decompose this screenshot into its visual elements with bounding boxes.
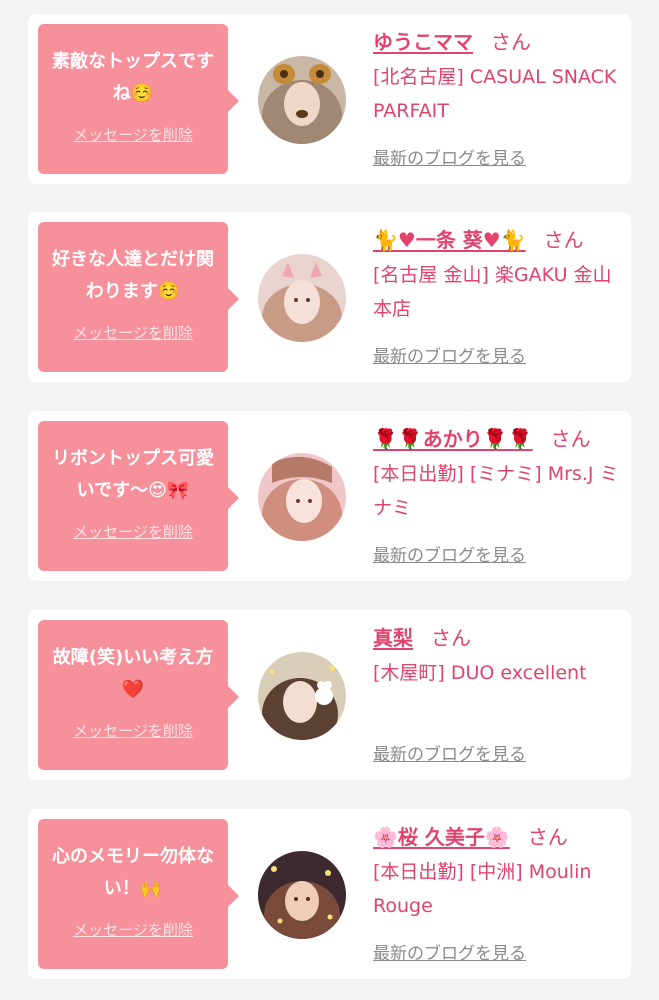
message-bubble: 故障(笑)いい考え方❤️ メッセージを削除: [38, 620, 239, 770]
sender-info: 🌸桜 久美子🌸 さん [本日出勤] [中洲] Moulin Rouge 最新のブロ…: [373, 821, 623, 964]
sender-info: ゆうこママ さん [北名古屋] CASUAL SNACK PARFAIT 最新のブ…: [373, 26, 623, 169]
sender-name-line: 🌹🌹あかり🌹🌹 さん: [373, 423, 623, 453]
sender-info: 真梨 さん [木屋町] DUO excellent 最新のブログを見る: [373, 622, 623, 765]
latest-blog-link[interactable]: 最新のブログを見る: [373, 144, 526, 169]
avatar[interactable]: [258, 56, 346, 144]
shop-info: [名古屋 金山] 楽GAKU 金山本店: [373, 264, 612, 320]
sender-name-line: 真梨 さん: [373, 622, 623, 652]
sender-info: 🐈♥一条 葵♥🐈 さん [名古屋 金山] 楽GAKU 金山本店 最新のブログを見る: [373, 224, 623, 367]
message-list: 素敵なトップスですね☺️ メッセージを削除 ゆうこママ さん [北名古屋] CAS…: [0, 0, 659, 1000]
delete-message-link[interactable]: メッセージを削除: [73, 322, 193, 343]
shop-info: [北名古屋] CASUAL SNACK PARFAIT: [373, 66, 617, 122]
message-card: 心のメモリー勿体ない！🙌 メッセージを削除 🌸桜 久美子🌸 さん [本日出勤] […: [28, 809, 631, 979]
honorific: さん: [491, 30, 531, 54]
message-text: 心のメモリー勿体ない！🙌: [52, 846, 214, 899]
message-card: 故障(笑)いい考え方❤️ メッセージを削除 真梨 さん [木屋町] DUO exc…: [28, 610, 631, 780]
sender-name-link[interactable]: 🌹🌹あかり🌹🌹: [373, 427, 533, 451]
avatar[interactable]: [258, 254, 346, 342]
delete-message-link[interactable]: メッセージを削除: [73, 720, 193, 741]
avatar[interactable]: [258, 851, 346, 939]
sender-name-link[interactable]: 真梨: [373, 626, 413, 650]
message-bubble: 素敵なトップスですね☺️ メッセージを削除: [38, 24, 239, 174]
honorific: さん: [527, 825, 568, 849]
message-bubble: リボントップス可愛いです〜😍🎀 メッセージを削除: [38, 421, 239, 571]
sender-name-line: ゆうこママ さん: [373, 26, 623, 56]
message-bubble: 好きな人達とだけ関わります☺️ メッセージを削除: [38, 222, 239, 372]
message-bubble: 心のメモリー勿体ない！🙌 メッセージを削除: [38, 819, 239, 969]
message-text: リボントップス可愛いです〜😍🎀: [52, 448, 214, 501]
sender-name-link[interactable]: ゆうこママ: [373, 30, 473, 54]
shop-info: [本日出勤] [ミナミ] Mrs.J ミナミ: [373, 463, 619, 519]
honorific: さん: [431, 626, 471, 650]
honorific: さん: [543, 228, 584, 252]
message-text: 好きな人達とだけ関わります☺️: [52, 249, 214, 302]
message-text: 素敵なトップスですね☺️: [52, 51, 214, 104]
delete-message-link[interactable]: メッセージを削除: [73, 919, 193, 940]
latest-blog-link[interactable]: 最新のブログを見る: [373, 541, 526, 566]
avatar[interactable]: [258, 652, 346, 740]
latest-blog-link[interactable]: 最新のブログを見る: [373, 939, 526, 964]
shop-info: [木屋町] DUO excellent: [373, 662, 587, 684]
delete-message-link[interactable]: メッセージを削除: [73, 521, 193, 542]
message-card: 素敵なトップスですね☺️ メッセージを削除 ゆうこママ さん [北名古屋] CAS…: [28, 14, 631, 184]
message-card: 好きな人達とだけ関わります☺️ メッセージを削除 🐈♥一条 葵♥🐈 さん [名古屋…: [28, 212, 631, 382]
message-card: リボントップス可愛いです〜😍🎀 メッセージを削除 🌹🌹あかり🌹🌹 さん [本日出勤…: [28, 411, 631, 581]
sender-info: 🌹🌹あかり🌹🌹 さん [本日出勤] [ミナミ] Mrs.J ミナミ 最新のブログを…: [373, 423, 623, 566]
delete-message-link[interactable]: メッセージを削除: [73, 124, 193, 145]
latest-blog-link[interactable]: 最新のブログを見る: [373, 342, 526, 367]
sender-name-line: 🐈♥一条 葵♥🐈 さん: [373, 224, 623, 254]
avatar[interactable]: [258, 453, 346, 541]
shop-info: [本日出勤] [中洲] Moulin Rouge: [373, 861, 592, 917]
message-text: 故障(笑)いい考え方❤️: [52, 647, 214, 700]
sender-name-line: 🌸桜 久美子🌸 さん: [373, 821, 623, 851]
sender-name-link[interactable]: 🐈♥一条 葵♥🐈: [373, 228, 526, 252]
sender-name-link[interactable]: 🌸桜 久美子🌸: [373, 825, 510, 849]
latest-blog-link[interactable]: 最新のブログを見る: [373, 740, 526, 765]
honorific: さん: [550, 427, 591, 451]
